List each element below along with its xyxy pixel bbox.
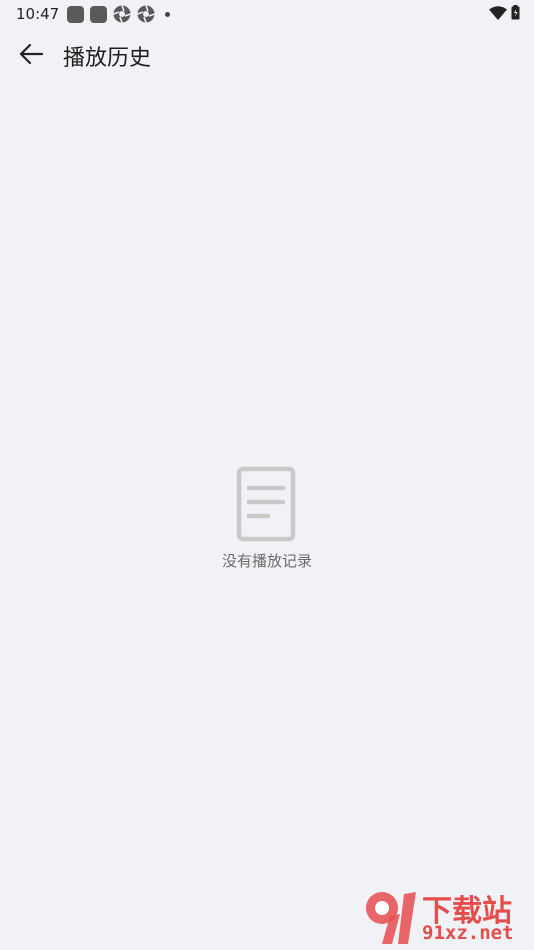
system-status-icons <box>489 5 520 20</box>
aperture-icon <box>137 5 155 23</box>
app-square-icon <box>67 5 84 23</box>
aperture-icon <box>113 5 131 23</box>
document-icon <box>236 466 296 542</box>
arrow-left-icon <box>19 43 44 65</box>
watermark-badge-icon <box>366 892 416 944</box>
watermark-logo: 下载站 91xz.net <box>360 886 532 948</box>
page-title: 播放历史 <box>63 46 152 71</box>
empty-state: 没有播放记录 <box>0 466 534 571</box>
app-bar: 播放历史 <box>0 28 534 80</box>
notification-icons <box>67 5 170 23</box>
watermark-url: 91xz.net <box>422 922 514 944</box>
status-time: 10:47 <box>16 5 60 23</box>
battery-icon <box>511 5 520 20</box>
notification-dot-icon <box>165 11 170 17</box>
status-bar: 10:47 <box>0 0 534 28</box>
empty-message: 没有播放记录 <box>221 552 312 570</box>
app-square-icon <box>90 5 107 23</box>
wifi-icon <box>489 5 507 20</box>
back-button[interactable] <box>14 38 48 70</box>
